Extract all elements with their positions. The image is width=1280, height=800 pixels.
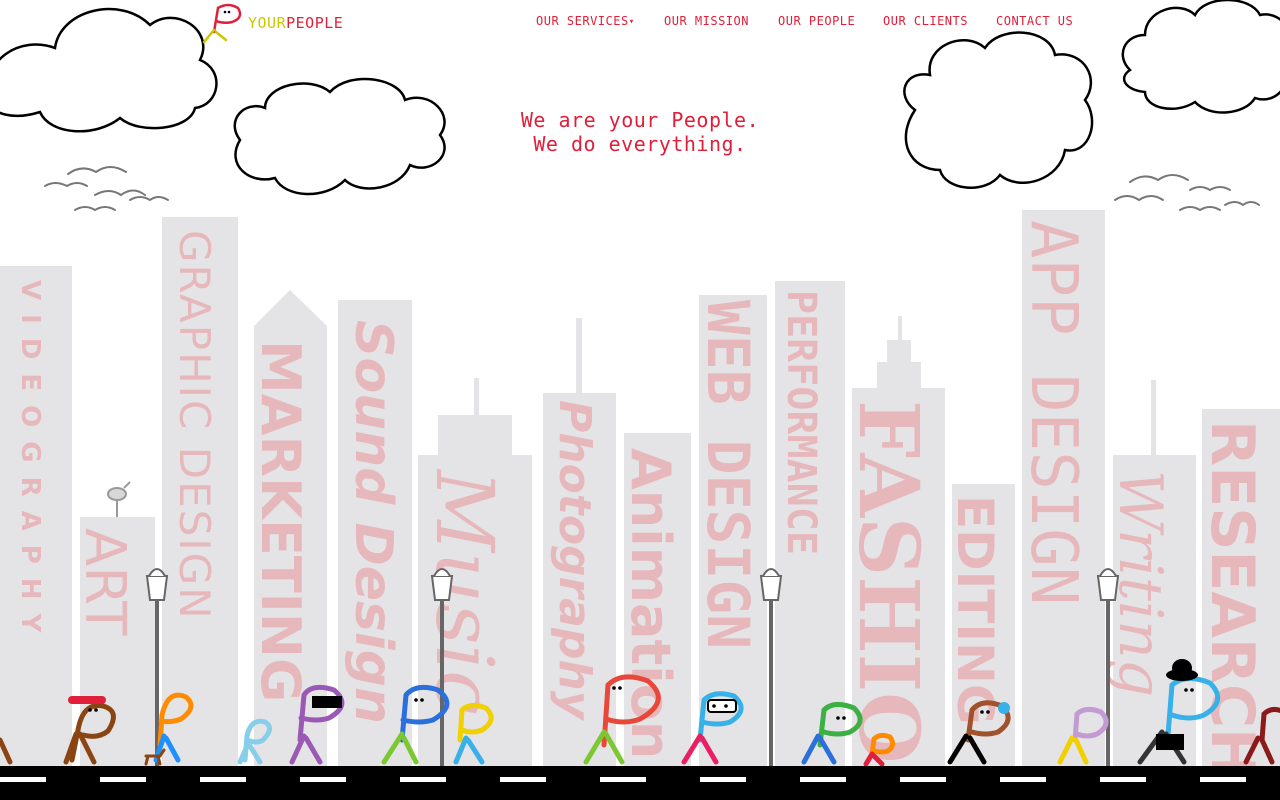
- road-dash: [500, 777, 546, 782]
- building-label-graphic-design: GRAPHIC DESIGN: [170, 230, 219, 621]
- building-label-sound-design: Sound Design: [343, 320, 403, 724]
- hero-line-2: We do everything.: [533, 132, 747, 156]
- building-label-photography: Photography: [549, 400, 600, 722]
- road-dash: [900, 777, 946, 782]
- nav-our-clients[interactable]: OUR CLIENTS: [883, 14, 968, 28]
- building-label-art: ART: [72, 528, 137, 636]
- building-label-research: RESEARCH: [1197, 420, 1267, 778]
- nav-our-services-label: OUR SERVICES: [536, 14, 629, 28]
- satellite-dish-icon: [107, 481, 131, 517]
- road-dash: [0, 777, 46, 782]
- building-label-editing: EDITING: [946, 495, 1004, 725]
- road-dash: [400, 777, 446, 782]
- cloud-icon: [903, 31, 1094, 189]
- road-dash: [200, 777, 246, 782]
- road-dash: [300, 777, 346, 782]
- hero-line-1: We are your People.: [520, 108, 760, 132]
- main-nav: OUR SERVICES▾ OUR MISSION OUR PEOPLE OUR…: [0, 14, 1280, 34]
- building-label-music: Music: [418, 468, 511, 715]
- road-dash: [1100, 777, 1146, 782]
- birds-icon: [1114, 174, 1260, 212]
- cloud-icon: [233, 77, 446, 196]
- caret-down-icon: ▾: [628, 17, 635, 27]
- nav-our-people[interactable]: OUR PEOPLE: [778, 14, 855, 28]
- road-dash: [800, 777, 846, 782]
- nav-our-services[interactable]: OUR SERVICES▾: [536, 14, 635, 28]
- road-dash: [1200, 777, 1246, 782]
- building-label-marketing: MARKETING: [249, 340, 312, 702]
- building-label-fashion: FASHION: [840, 400, 936, 800]
- road-dash: [100, 777, 146, 782]
- hero-tagline: We are your People. We do everything.: [440, 108, 840, 156]
- building-label-app-design: APP DESIGN: [1016, 220, 1090, 605]
- road: [0, 766, 1280, 800]
- road-dash: [1000, 777, 1046, 782]
- nav-contact-us[interactable]: CONTACT US: [996, 14, 1073, 28]
- nav-our-mission[interactable]: OUR MISSION: [664, 14, 749, 28]
- building-label-videography: VIDEOGRAPHY: [15, 280, 45, 646]
- building-label-performance: PERFORMANCE: [778, 290, 824, 555]
- road-dash: [700, 777, 746, 782]
- birds-icon: [44, 166, 169, 212]
- road-dash: [600, 777, 646, 782]
- building-label-web-design: WEB DESIGN: [694, 300, 762, 649]
